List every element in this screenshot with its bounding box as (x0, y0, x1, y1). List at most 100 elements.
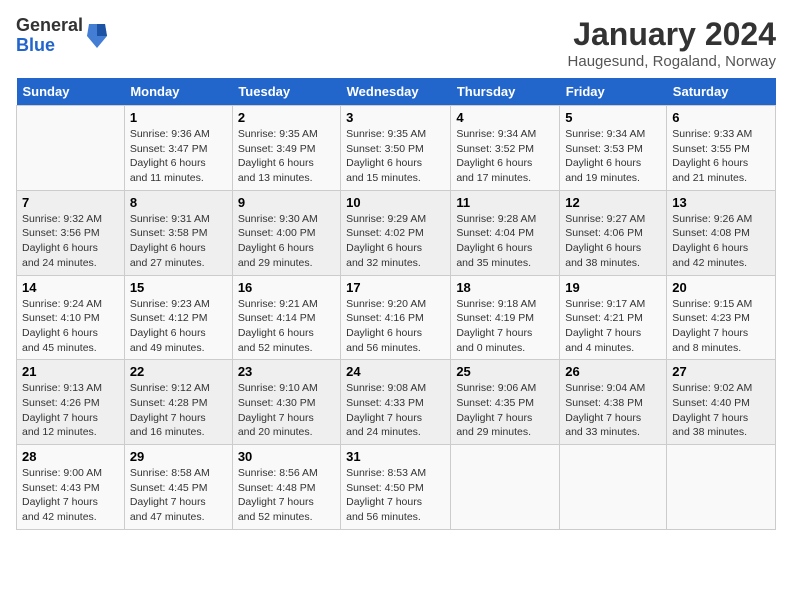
day-info: Sunrise: 9:12 AMSunset: 4:28 PMDaylight … (130, 381, 227, 440)
calendar-cell: 27Sunrise: 9:02 AMSunset: 4:40 PMDayligh… (667, 360, 776, 445)
calendar-cell: 11Sunrise: 9:28 AMSunset: 4:04 PMDayligh… (451, 190, 560, 275)
calendar-cell: 2Sunrise: 9:35 AMSunset: 3:49 PMDaylight… (232, 106, 340, 191)
day-info-line: Daylight 7 hours (346, 496, 422, 508)
day-number: 30 (238, 449, 335, 464)
day-info-line: Sunrise: 9:02 AM (672, 382, 752, 394)
calendar-cell: 12Sunrise: 9:27 AMSunset: 4:06 PMDayligh… (560, 190, 667, 275)
day-info-line: Daylight 6 hours (238, 242, 314, 254)
day-info-line: Daylight 7 hours (672, 327, 748, 339)
day-info-line: Sunset: 4:10 PM (22, 312, 100, 324)
day-info-line: Daylight 6 hours (456, 157, 532, 169)
day-info-line: Sunset: 4:35 PM (456, 397, 534, 409)
day-info-line: Sunrise: 8:58 AM (130, 467, 210, 479)
day-info-line: Sunrise: 9:34 AM (456, 128, 536, 140)
day-info: Sunrise: 9:10 AMSunset: 4:30 PMDaylight … (238, 381, 335, 440)
day-info-line: Sunset: 3:49 PM (238, 143, 316, 155)
day-number: 20 (672, 280, 770, 295)
calendar-cell: 24Sunrise: 9:08 AMSunset: 4:33 PMDayligh… (341, 360, 451, 445)
calendar-cell: 8Sunrise: 9:31 AMSunset: 3:58 PMDaylight… (124, 190, 232, 275)
day-info-line: and 17 minutes. (456, 172, 531, 184)
day-number: 26 (565, 364, 661, 379)
day-info-line: and 29 minutes. (456, 426, 531, 438)
day-info-line: Sunset: 4:40 PM (672, 397, 750, 409)
calendar-cell: 7Sunrise: 9:32 AMSunset: 3:56 PMDaylight… (17, 190, 125, 275)
calendar-cell: 13Sunrise: 9:26 AMSunset: 4:08 PMDayligh… (667, 190, 776, 275)
day-info-line: Sunset: 4:08 PM (672, 227, 750, 239)
day-info-line: Sunrise: 9:27 AM (565, 213, 645, 225)
day-number: 14 (22, 280, 119, 295)
day-info-line: and 16 minutes. (130, 426, 205, 438)
day-info-line: Sunset: 4:12 PM (130, 312, 208, 324)
day-number: 21 (22, 364, 119, 379)
day-info-line: Sunset: 3:55 PM (672, 143, 750, 155)
logo-blue-text: Blue (16, 36, 83, 56)
day-info-line: and 52 minutes. (238, 511, 313, 523)
day-number: 16 (238, 280, 335, 295)
day-info-line: and 0 minutes. (456, 342, 525, 354)
day-info-line: and 42 minutes. (672, 257, 747, 269)
day-info-line: Daylight 6 hours (22, 327, 98, 339)
day-of-week-header: Sunday (17, 78, 125, 106)
day-info-line: Daylight 6 hours (672, 242, 748, 254)
day-info-line: and 38 minutes. (565, 257, 640, 269)
day-info: Sunrise: 9:24 AMSunset: 4:10 PMDaylight … (22, 297, 119, 356)
day-number: 18 (456, 280, 554, 295)
day-info: Sunrise: 9:34 AMSunset: 3:52 PMDaylight … (456, 127, 554, 186)
calendar-cell: 31Sunrise: 8:53 AMSunset: 4:50 PMDayligh… (341, 445, 451, 530)
day-info-line: Sunset: 4:28 PM (130, 397, 208, 409)
day-info: Sunrise: 9:17 AMSunset: 4:21 PMDaylight … (565, 297, 661, 356)
day-info-line: Sunset: 4:50 PM (346, 482, 424, 494)
day-info-line: Sunrise: 9:23 AM (130, 298, 210, 310)
calendar-cell: 18 Sunrise: 9:18 AMSunset: 4:19 PMDayligh… (451, 275, 560, 360)
day-info-line: and 13 minutes. (238, 172, 313, 184)
day-info-line: Sunset: 3:50 PM (346, 143, 424, 155)
day-info-line: Daylight 6 hours (565, 157, 641, 169)
day-info-line: Sunrise: 9:30 AM (238, 213, 318, 225)
day-info-line: Daylight 6 hours (130, 242, 206, 254)
day-info-line: Daylight 7 hours (565, 412, 641, 424)
day-info: Sunrise: 9:15 AMSunset: 4:23 PMDaylight … (672, 297, 770, 356)
day-info: Sunrise: 9:06 AMSunset: 4:35 PMDaylight … (456, 381, 554, 440)
day-info-line: Sunset: 4:30 PM (238, 397, 316, 409)
day-number: 22 (130, 364, 227, 379)
day-info: Sunrise: 9:30 AMSunset: 4:00 PMDaylight … (238, 212, 335, 271)
day-info: Sunrise: 8:58 AMSunset: 4:45 PMDaylight … (130, 466, 227, 525)
calendar-cell (667, 445, 776, 530)
day-info-line: Sunrise: 9:33 AM (672, 128, 752, 140)
day-info: Sunrise: 9:18 AMSunset: 4:19 PMDaylight … (456, 297, 554, 356)
day-info-line: Daylight 6 hours (238, 327, 314, 339)
day-info-line: Daylight 6 hours (672, 157, 748, 169)
day-number: 10 (346, 195, 445, 210)
day-info-line: Daylight 6 hours (346, 157, 422, 169)
day-info-line: Sunset: 4:06 PM (565, 227, 643, 239)
calendar-cell: 3Sunrise: 9:35 AMSunset: 3:50 PMDaylight… (341, 106, 451, 191)
day-info-line: Sunrise: 9:28 AM (456, 213, 536, 225)
day-info-line: Sunrise: 9:21 AM (238, 298, 318, 310)
day-info-line: Daylight 6 hours (130, 327, 206, 339)
day-info-line: Sunrise: 9:15 AM (672, 298, 752, 310)
day-info-line: Sunset: 4:21 PM (565, 312, 643, 324)
calendar-cell: 26 Sunrise: 9:04 AMSunset: 4:38 PMDayligh… (560, 360, 667, 445)
day-number: 28 (22, 449, 119, 464)
day-of-week-header: Tuesday (232, 78, 340, 106)
day-info: Sunrise: 9:23 AM Sunset: 4:12 PM Daylight … (130, 297, 227, 356)
day-number: 23 (238, 364, 335, 379)
calendar-cell: 1Sunrise: 9:36 AMSunset: 3:47 PMDaylight… (124, 106, 232, 191)
day-info: Sunrise: 9:28 AMSunset: 4:04 PMDaylight … (456, 212, 554, 271)
day-of-week-header: Saturday (667, 78, 776, 106)
day-number: 25 (456, 364, 554, 379)
day-info: Sunrise: 9:27 AMSunset: 4:06 PMDaylight … (565, 212, 661, 271)
day-info-line: and 45 minutes. (22, 342, 97, 354)
day-info-line: Sunrise: 9:08 AM (346, 382, 426, 394)
day-info-line: Daylight 7 hours (238, 496, 314, 508)
day-info-line: and 33 minutes. (565, 426, 640, 438)
month-title: January 2024 (568, 16, 776, 53)
day-info-line: Sunrise: 9:12 AM (130, 382, 210, 394)
calendar-week-row: 7Sunrise: 9:32 AMSunset: 3:56 PMDaylight… (17, 190, 776, 275)
day-info: Sunrise: 9:00 AMSunset: 4:43 PMDaylight … (22, 466, 119, 525)
day-info-line: Sunrise: 9:13 AM (22, 382, 102, 394)
day-info: Sunrise: 9:36 AMSunset: 3:47 PMDaylight … (130, 127, 227, 186)
day-info-line: Sunset: 4:02 PM (346, 227, 424, 239)
day-info: Sunrise: 9:04 AMSunset: 4:38 PMDaylight … (565, 381, 661, 440)
calendar-cell: 10Sunrise: 9:29 AMSunset: 4:02 PMDayligh… (341, 190, 451, 275)
